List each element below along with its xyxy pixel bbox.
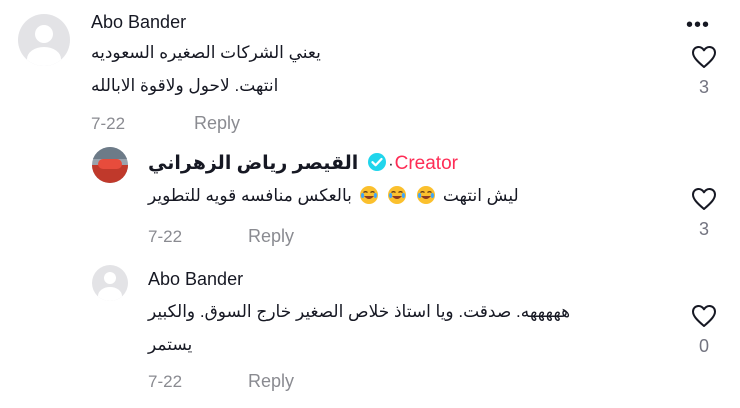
like-count: 0 <box>698 336 709 356</box>
comment-text-part: ليش انتهت <box>442 186 519 205</box>
heart-outline-icon <box>692 305 716 327</box>
separator-dot: · <box>388 156 394 173</box>
comment-item: Abo Bander هههههه. صدقت. ويا استاذ خلاص … <box>0 265 740 408</box>
heart-outline-icon <box>692 188 716 210</box>
avatar[interactable] <box>92 147 128 183</box>
joy-emoji-icon <box>417 186 436 204</box>
comment-text-line: ليش انتهت بالعكس منافسه قويه للتطوير <box>148 185 519 206</box>
like-button[interactable]: 3 <box>684 187 724 240</box>
comment-text-part: بالعكس منافسه قويه للتطوير <box>148 186 352 205</box>
reply-button[interactable]: Reply <box>194 113 240 134</box>
reply-button[interactable]: Reply <box>248 226 294 247</box>
comment-date: 7-22 <box>148 372 183 391</box>
creator-display-name[interactable]: القيصر رياض الزهراني <box>148 153 358 174</box>
creator-badge: Creator <box>394 153 458 174</box>
comment-date: 7-22 <box>91 114 126 133</box>
comment-text-line: انتهت. لاحول ولاقوة الابالله <box>91 76 279 95</box>
comment-text-line: هههههه. صدقت. ويا استاذ خلاص الصغير خارج… <box>148 302 571 321</box>
like-count: 3 <box>698 219 709 239</box>
heart-outline-icon <box>692 46 716 68</box>
joy-emoji-icon <box>388 186 407 204</box>
avatar[interactable] <box>92 265 128 301</box>
avatar[interactable] <box>18 14 70 66</box>
reply-button[interactable]: Reply <box>248 371 294 392</box>
like-button[interactable]: 3 <box>684 45 724 98</box>
comment-text-line: يستمر <box>148 335 193 354</box>
joy-emoji-icon <box>359 186 378 204</box>
comment-text-line: يعني الشركات الصغيره السعوديه <box>91 43 321 62</box>
like-button[interactable]: 0 <box>684 304 724 357</box>
like-count: 3 <box>698 77 709 97</box>
comment-item: Abo Bander يعني الشركات الصغيره السعوديه… <box>0 0 740 140</box>
comment-username[interactable]: Abo Bander <box>148 269 243 290</box>
comment-username[interactable]: القيصر رياض الزهراني ·Creator <box>148 152 458 175</box>
comment-username[interactable]: Abo Bander <box>91 12 186 33</box>
comment-item: القيصر رياض الزهراني ·Creator ليش انتهت … <box>0 140 740 265</box>
verified-badge-icon <box>368 153 387 171</box>
comment-date: 7-22 <box>148 227 183 246</box>
